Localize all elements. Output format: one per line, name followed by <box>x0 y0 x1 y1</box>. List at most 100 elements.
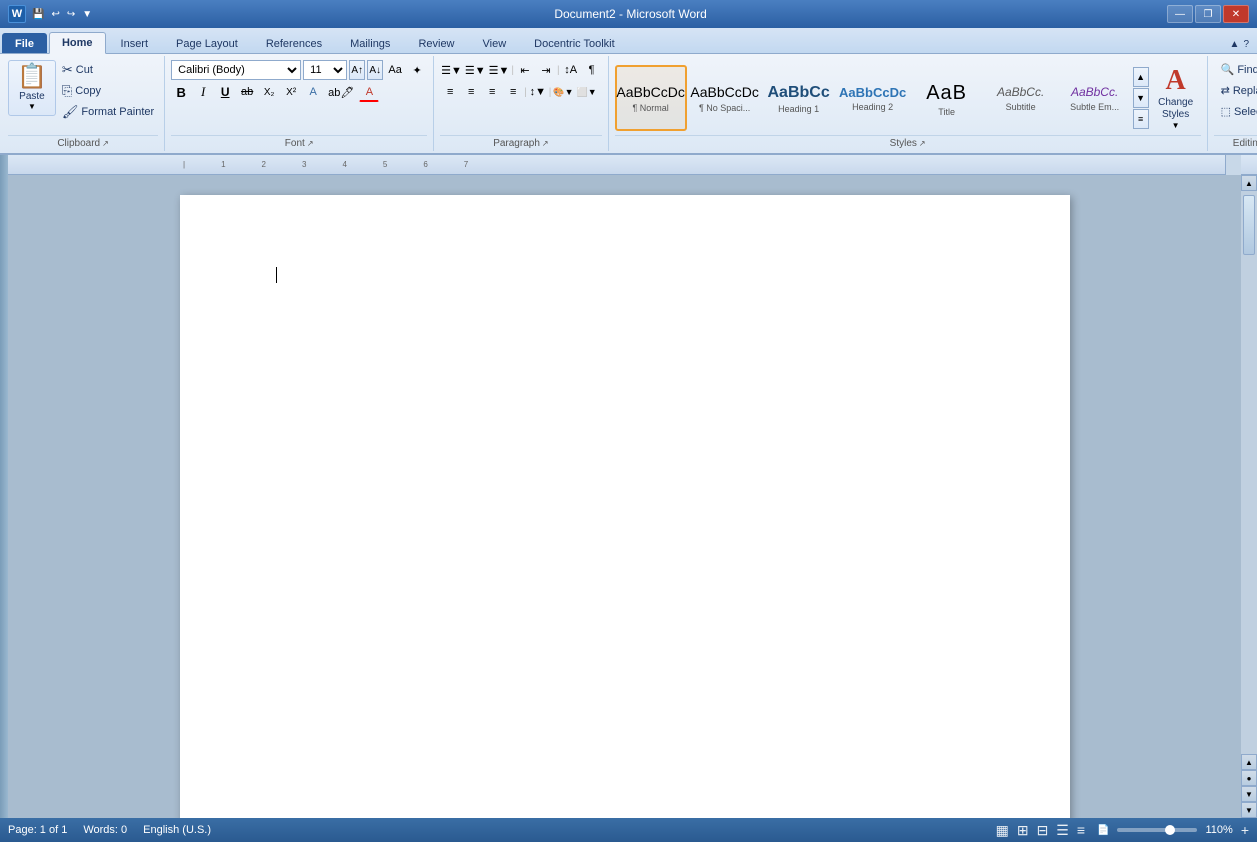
styles-expand-btn[interactable]: ↗ <box>919 139 926 148</box>
paragraph-expand-btn[interactable]: ↗ <box>542 139 549 148</box>
zoom-slider[interactable] <box>1117 828 1197 832</box>
change-case-btn[interactable]: Aa <box>385 60 405 80</box>
ruler-marks: | 1 2 3 4 5 6 7 <box>183 160 504 169</box>
styles-more-btn[interactable]: ≡ <box>1133 109 1149 129</box>
change-styles-button[interactable]: A ChangeStyles ▼ <box>1151 60 1201 135</box>
superscript-btn[interactable]: X² <box>281 82 301 102</box>
align-center-btn[interactable]: ≡ <box>461 82 481 102</box>
ruler-corner[interactable] <box>1225 155 1241 175</box>
select-label: Select <box>1234 106 1257 118</box>
zoom-thumb[interactable] <box>1165 825 1175 835</box>
text-cursor <box>276 267 277 283</box>
style-normal-label: ¶ Normal <box>632 103 668 113</box>
tab-home[interactable]: Home <box>49 32 106 54</box>
view-web-btn[interactable]: ⊟ <box>1037 822 1049 839</box>
app-window: W 💾 ↩ ↪ ▼ Document2 - Microsoft Word — ❐… <box>0 0 1257 842</box>
scroll-next-page-btn[interactable]: ▼ <box>1241 786 1257 802</box>
font-size-select[interactable]: 11 <box>303 60 347 80</box>
cut-button[interactable]: ✂ Cut <box>58 60 158 80</box>
italic-btn[interactable]: I <box>193 82 213 102</box>
numbering-btn[interactable]: ☰▼ <box>464 60 487 80</box>
cut-label: Cut <box>76 64 93 76</box>
font-shrink-btn[interactable]: A↓ <box>367 60 383 80</box>
tab-insert[interactable]: Insert <box>108 33 162 53</box>
decrease-indent-btn[interactable]: ⇤ <box>515 60 535 80</box>
font-expand-btn[interactable]: ↗ <box>307 139 314 148</box>
sort-btn[interactable]: ↕A <box>561 60 581 80</box>
select-browse-btn[interactable]: ● <box>1241 770 1257 786</box>
font-color-btn[interactable]: A <box>359 82 379 102</box>
style-title[interactable]: AaB Title <box>911 65 983 131</box>
zoom-in-btn[interactable]: + <box>1241 822 1249 838</box>
style-heading2[interactable]: AaBbCcDc Heading 2 <box>837 65 909 131</box>
save-quick-btn[interactable]: 💾 <box>30 8 46 21</box>
paste-button[interactable]: 📋 Paste ▼ <box>8 60 56 116</box>
align-right-btn[interactable]: ≡ <box>482 82 502 102</box>
replace-button[interactable]: ⇄ Replace <box>1214 81 1257 100</box>
document-page[interactable] <box>180 195 1070 818</box>
highlight-btn[interactable]: ab🖊 <box>325 82 357 102</box>
clipboard-expand-btn[interactable]: ↗ <box>102 139 109 148</box>
page-info: Page: 1 of 1 <box>8 824 67 836</box>
shading-btn[interactable]: 🎨▼ <box>552 82 574 102</box>
justify-btn[interactable]: ≡ <box>503 82 523 102</box>
show-para-btn[interactable]: ¶ <box>582 60 602 80</box>
subscript-btn[interactable]: X₂ <box>259 82 279 102</box>
scroll-down-btn[interactable]: ▼ <box>1241 802 1257 818</box>
font-group-label: Font ↗ <box>171 135 427 149</box>
copy-button[interactable]: ⎘ Copy <box>58 81 158 101</box>
font-grow-btn[interactable]: A↑ <box>349 60 365 80</box>
bold-btn[interactable]: B <box>171 82 191 102</box>
tab-page-layout[interactable]: Page Layout <box>163 33 251 53</box>
minimize-btn[interactable]: — <box>1167 5 1193 23</box>
view-draft-btn[interactable]: ≡ <box>1077 822 1085 838</box>
style-no-spacing[interactable]: AaBbCcDc ¶ No Spaci... <box>689 65 761 131</box>
strikethrough-btn[interactable]: ab <box>237 82 257 102</box>
underline-btn[interactable]: U <box>215 82 235 102</box>
undo-quick-btn[interactable]: ↩ <box>49 8 61 21</box>
status-bar: Page: 1 of 1 Words: 0 English (U.S.) ▦ ⊞… <box>0 818 1257 842</box>
ribbon-help-btn[interactable]: ? <box>1243 39 1249 50</box>
scroll-prev-page-btn[interactable]: ▲ <box>1241 754 1257 770</box>
document-viewport[interactable] <box>8 175 1241 818</box>
tab-references[interactable]: References <box>253 33 335 53</box>
find-button[interactable]: 🔍 Find ▼ <box>1214 60 1257 79</box>
redo-quick-btn[interactable]: ↪ <box>65 8 77 21</box>
scroll-thumb[interactable] <box>1243 195 1255 255</box>
main-content: | 1 2 3 4 5 6 7 <box>0 155 1257 818</box>
format-painter-button[interactable]: 🖌 Format Painter <box>58 102 158 122</box>
tab-docentric[interactable]: Docentric Toolkit <box>521 33 628 53</box>
style-heading1[interactable]: AaBbCc Heading 1 <box>763 65 835 131</box>
clear-format-btn[interactable]: ✦ <box>407 60 427 80</box>
tab-file[interactable]: File <box>2 33 47 53</box>
tab-view[interactable]: View <box>470 33 520 53</box>
style-subtitle[interactable]: AaBbCc. Subtitle <box>985 65 1057 131</box>
increase-indent-btn[interactable]: ⇥ <box>536 60 556 80</box>
view-outline-btn[interactable]: ☰ <box>1056 822 1069 839</box>
view-fullscreen-btn[interactable]: ⊞ <box>1017 822 1029 839</box>
ruler: | 1 2 3 4 5 6 7 <box>8 155 1257 175</box>
ribbon-collapse-btn[interactable]: ▲ <box>1230 39 1240 50</box>
restore-btn[interactable]: ❐ <box>1195 5 1221 23</box>
align-left-btn[interactable]: ≡ <box>440 82 460 102</box>
styles-scroll-up-btn[interactable]: ▲ <box>1133 67 1149 87</box>
style-normal[interactable]: AaBbCcDc ¶ Normal <box>615 65 687 131</box>
scroll-up-btn[interactable]: ▲ <box>1241 175 1257 191</box>
border-btn[interactable]: ⬜▼ <box>576 82 598 102</box>
font-name-select[interactable]: Calibri (Body) <box>171 60 301 80</box>
line-spacing-btn[interactable]: ↕▼ <box>528 82 548 102</box>
tab-mailings[interactable]: Mailings <box>337 33 403 53</box>
text-effect-btn[interactable]: A <box>303 82 323 102</box>
style-subtle-emphasis[interactable]: AaBbCc. Subtle Em... <box>1059 65 1131 131</box>
styles-scroll-down-btn[interactable]: ▼ <box>1133 88 1149 108</box>
tab-review[interactable]: Review <box>405 33 467 53</box>
find-label: Find <box>1237 64 1257 76</box>
multilevel-btn[interactable]: ☰▼ <box>488 60 511 80</box>
select-button[interactable]: ⬚ Select ▼ <box>1214 102 1257 121</box>
view-print-btn[interactable]: ▦ <box>996 822 1009 839</box>
bullets-btn[interactable]: ☰▼ <box>440 60 463 80</box>
select-icon: ⬚ <box>1221 105 1231 118</box>
scroll-track[interactable] <box>1241 191 1257 754</box>
close-btn[interactable]: ✕ <box>1223 5 1249 23</box>
customize-quick-btn[interactable]: ▼ <box>80 8 94 21</box>
